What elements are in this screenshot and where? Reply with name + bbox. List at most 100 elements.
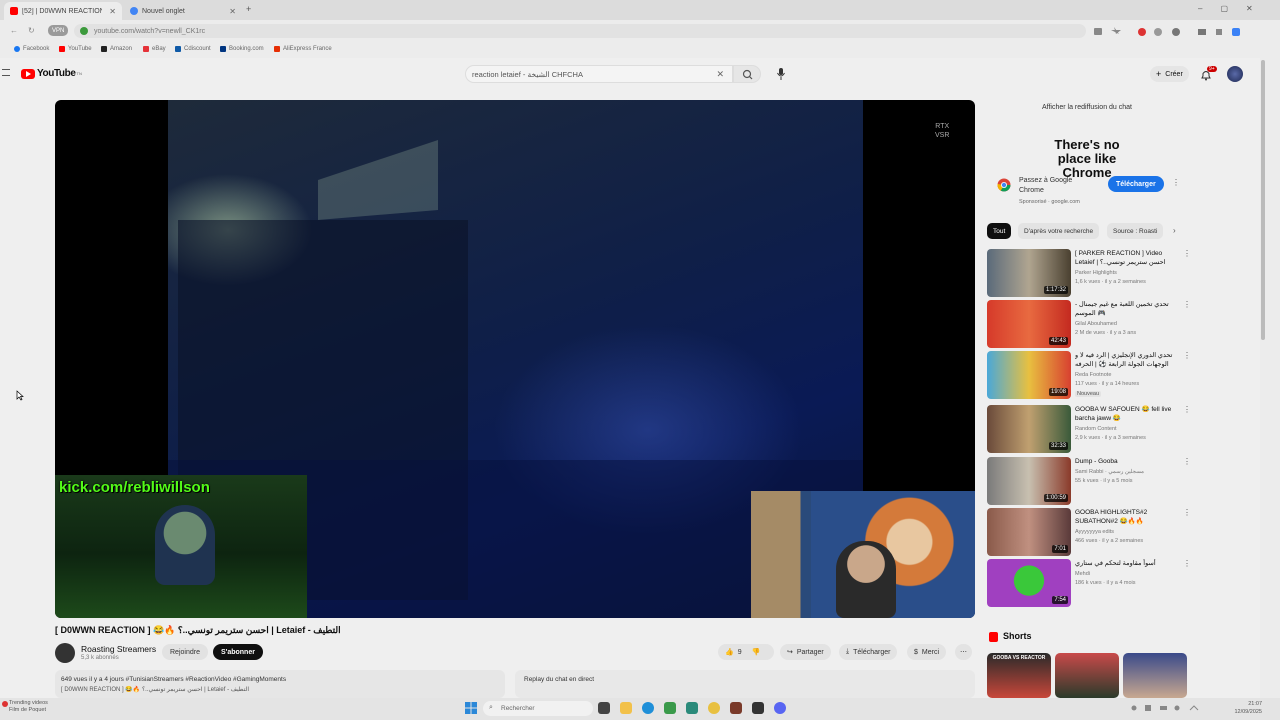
app-icon[interactable]: [730, 702, 742, 714]
store-icon[interactable]: [664, 702, 676, 714]
video-title[interactable]: GOOBA HIGHLIGHTS#2 SUBATHON#2 😂🔥🔥: [1075, 508, 1183, 526]
account-avatar[interactable]: [1227, 66, 1243, 82]
taskbar-widget[interactable]: Trending videos Film de Poquet: [9, 700, 48, 714]
video-more-icon[interactable]: ⋮: [1183, 508, 1191, 517]
page-scrollbar-thumb[interactable]: [1261, 60, 1265, 340]
short-thumbnail[interactable]: [1055, 653, 1119, 698]
extension-icons[interactable]: [1094, 27, 1244, 37]
channel-name[interactable]: Roasting Streamers: [81, 644, 156, 654]
download-button[interactable]: ⤓ Télécharger: [839, 644, 898, 660]
video-more-icon[interactable]: ⋮: [1183, 249, 1191, 258]
chips-next-icon[interactable]: ›: [1173, 226, 1176, 235]
browser-tab-active[interactable]: [52] | D0WWN REACTION ✕: [4, 2, 122, 20]
omnibox[interactable]: youtube.com/watch?v=newll_CK1rc: [74, 24, 1086, 38]
dislike-icon[interactable]: 👎: [752, 648, 761, 656]
video-title[interactable]: تحدي تخمين اللعبة مع غيم جيمنال - الموسم…: [1075, 300, 1183, 318]
browser-tab[interactable]: Nouvel onglet ✕: [124, 2, 242, 20]
video-channel[interactable]: Reda Footnote: [1075, 372, 1111, 378]
recommended-video[interactable]: 7:54 أسوأ مقاومة لتحكم في ستاري Mehdi 18…: [987, 559, 1191, 607]
taskbar-clock[interactable]: 21:07 12/09/2025: [1234, 700, 1262, 716]
video-title[interactable]: GOOBA W SAFOUEN 😂 fell live barcha jaww …: [1075, 405, 1183, 423]
site-info-icon[interactable]: [80, 27, 88, 35]
bookmark-aliexpress[interactable]: AliExpress France: [274, 46, 332, 52]
create-button[interactable]: + Créer: [1150, 66, 1189, 82]
thanks-button[interactable]: $ Merci: [907, 644, 947, 660]
bookmark-youtube[interactable]: YouTube: [59, 46, 92, 52]
channel-avatar[interactable]: [55, 643, 75, 663]
video-thumbnail[interactable]: 7:54: [987, 559, 1071, 607]
clear-search-icon[interactable]: ✕: [716, 69, 724, 80]
show-chat-replay-button[interactable]: Afficher la rediffusion du chat: [987, 104, 1187, 118]
back-icon[interactable]: ←: [10, 26, 18, 35]
app-icon[interactable]: [752, 702, 764, 714]
video-title[interactable]: [ PARKER REACTION ] Video Letaief | احسن…: [1075, 249, 1183, 267]
video-thumbnail[interactable]: 19:08: [987, 351, 1071, 399]
chip-source[interactable]: Source : Roasti: [1107, 223, 1164, 239]
task-view-icon[interactable]: [598, 702, 610, 714]
bookmark-booking[interactable]: Booking.com: [220, 46, 264, 52]
bookmark-cdiscount[interactable]: Cdiscount: [175, 46, 211, 52]
video-more-icon[interactable]: ⋮: [1183, 405, 1191, 414]
video-thumbnail[interactable]: 7:01: [987, 508, 1071, 556]
chrome-taskbar-icon[interactable]: [708, 702, 720, 714]
video-title[interactable]: Dump - Gooba: [1075, 457, 1183, 466]
youtube-logo[interactable]: YouTube TN: [21, 68, 82, 79]
video-title[interactable]: أسوأ مقاومة لتحكم في ستاري: [1075, 559, 1183, 568]
taskbar-search[interactable]: ⌕ Rechercher: [483, 701, 593, 716]
weather-icon[interactable]: [2, 701, 8, 707]
join-button[interactable]: Rejoindre: [162, 644, 208, 660]
video-more-icon[interactable]: ⋮: [1183, 559, 1191, 568]
bookmark-amazon[interactable]: Amazon: [101, 46, 132, 52]
recommended-video[interactable]: 7:01 GOOBA HIGHLIGHTS#2 SUBATHON#2 😂🔥🔥 A…: [987, 508, 1191, 556]
video-channel[interactable]: Sami Rabbi · مسجلين رسمي: [1075, 469, 1144, 475]
chat-replay-panel[interactable]: Replay du chat en direct: [515, 670, 975, 698]
more-actions-button[interactable]: ⋯: [955, 644, 972, 660]
search-input[interactable]: reaction letaief - الشيخة CHFCHA ✕: [465, 65, 733, 83]
discord-icon[interactable]: [774, 702, 786, 714]
close-tab-icon[interactable]: ✕: [229, 7, 236, 16]
recommended-video[interactable]: 32:33 GOOBA W SAFOUEN 😂 fell live barcha…: [987, 405, 1191, 453]
ad-download-button[interactable]: Télécharger: [1108, 176, 1164, 192]
bookmark-ebay[interactable]: eBay: [143, 46, 166, 52]
video-channel[interactable]: Ayyyyyyya edits: [1075, 529, 1114, 535]
system-tray[interactable]: [1130, 704, 1200, 712]
video-channel[interactable]: Gilal Abouhamed: [1075, 321, 1117, 327]
recommended-video[interactable]: 1:00:59 Dump - Gooba Sami Rabbi · مسجلين…: [987, 457, 1191, 505]
video-thumbnail[interactable]: 1:00:59: [987, 457, 1071, 505]
video-more-icon[interactable]: ⋮: [1183, 351, 1191, 360]
video-thumbnail[interactable]: 32:33: [987, 405, 1071, 453]
file-explorer-icon[interactable]: [620, 702, 632, 714]
edge-icon[interactable]: [642, 702, 654, 714]
video-channel[interactable]: Random Content: [1075, 426, 1117, 432]
close-tab-icon[interactable]: ✕: [109, 7, 116, 16]
video-thumbnail[interactable]: 42:43: [987, 300, 1071, 348]
bookmark-facebook[interactable]: Facebook: [14, 46, 49, 52]
subscribe-button[interactable]: S'abonner: [213, 644, 263, 660]
description-box[interactable]: [55, 670, 505, 698]
recommended-video[interactable]: 1:17:32 [ PARKER REACTION ] Video Letaie…: [987, 249, 1191, 297]
like-icon[interactable]: 👍: [725, 648, 734, 656]
menu-icon[interactable]: [2, 69, 10, 76]
window-controls[interactable]: –▢✕: [1198, 4, 1271, 13]
video-channel[interactable]: Parker Highlights: [1075, 270, 1117, 276]
video-player[interactable]: RTX VSR kick.com/rebliwillson: [55, 100, 975, 618]
recommended-video[interactable]: 19:08 تحدي الدوري الإنجليزي | الرد فيه ل…: [987, 351, 1191, 399]
video-channel[interactable]: Mehdi: [1075, 571, 1090, 577]
windows-start-icon[interactable]: [465, 702, 477, 714]
voice-search-button[interactable]: [776, 67, 786, 81]
reload-icon[interactable]: ↻: [28, 26, 35, 35]
chip-all[interactable]: Tout: [987, 223, 1012, 239]
recommended-video[interactable]: 42:43 تحدي تخمين اللعبة مع غيم جيمنال - …: [987, 300, 1191, 348]
ad-more-icon[interactable]: ⋮: [1172, 178, 1180, 187]
video-more-icon[interactable]: ⋮: [1183, 300, 1191, 309]
video-title[interactable]: تحدي الدوري الإنجليزي | الرد فيه لا و ال…: [1075, 351, 1183, 369]
short-thumbnail[interactable]: GOOBA VS REACTOR: [987, 653, 1051, 698]
video-more-icon[interactable]: ⋮: [1183, 457, 1191, 466]
new-tab-button[interactable]: +: [246, 4, 251, 14]
share-button[interactable]: ↪ Partager: [780, 644, 831, 660]
vpn-badge[interactable]: VPN: [48, 25, 69, 36]
chip-related[interactable]: D'après votre recherche: [1018, 223, 1100, 239]
app-icon[interactable]: [686, 702, 698, 714]
video-thumbnail[interactable]: 1:17:32: [987, 249, 1071, 297]
search-button[interactable]: [733, 65, 761, 83]
